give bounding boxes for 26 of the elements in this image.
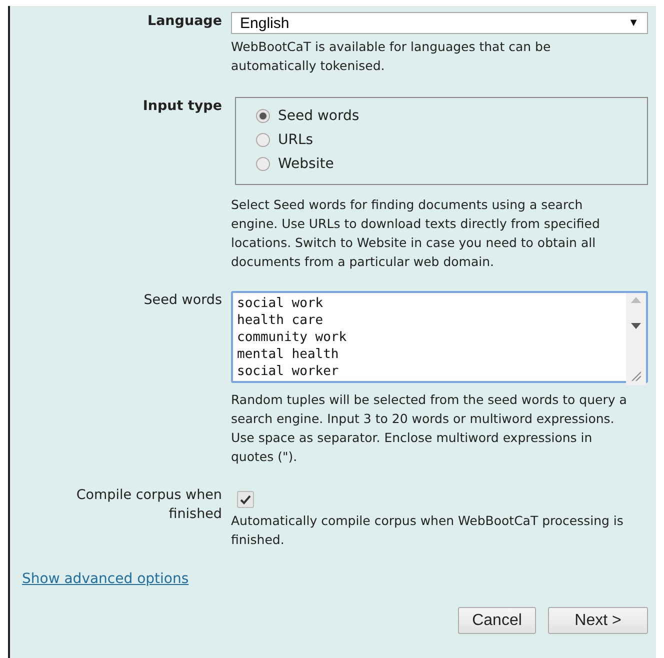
cancel-button[interactable]: Cancel bbox=[458, 607, 536, 634]
language-label: Language bbox=[147, 12, 222, 31]
help-text: Select Seed words for finding documents using a search engine. Use URLs to download texts directly from specified locations. Switch to Website in case you need to obtain all documents from a particular web domain. bbox=[231, 196, 601, 271]
advanced-options-link[interactable]: Show advanced options bbox=[22, 571, 189, 587]
scroll-up-icon[interactable] bbox=[631, 297, 641, 303]
radio-button[interactable] bbox=[256, 157, 270, 171]
dropdown-arrow-icon: ▼ bbox=[628, 17, 639, 29]
radio-label[interactable]: Seed words bbox=[278, 108, 360, 124]
seed-words-label: Seed words bbox=[144, 291, 222, 310]
radio-label[interactable]: Website bbox=[278, 156, 334, 172]
resize-grip-icon[interactable] bbox=[631, 371, 641, 381]
help-text: Random tuples will be selected from the seed words to query a search engine. Input 3 to 20 words or multiword expressions. Use space as separator. Enclose multiword expressions in quotes ("). bbox=[231, 391, 628, 466]
help-text: WebBootCaT is available for languages that can be automatically tokenised. bbox=[231, 38, 552, 75]
input-type-label: Input type bbox=[142, 97, 222, 116]
seed-words-field[interactable]: social work health care community work mental health social worker bbox=[231, 291, 648, 383]
compile-label: Compile corpus when finished bbox=[75, 486, 222, 524]
scroll-down-icon[interactable] bbox=[631, 323, 641, 329]
next-button[interactable]: Next > bbox=[548, 607, 648, 634]
radio-button[interactable] bbox=[256, 109, 270, 123]
compile-checkbox[interactable] bbox=[237, 491, 254, 508]
language-select[interactable]: English ▼ bbox=[231, 12, 648, 34]
radio-button[interactable] bbox=[256, 133, 270, 147]
scrollbar[interactable] bbox=[626, 293, 646, 385]
radio-label[interactable]: URLs bbox=[278, 132, 314, 148]
checkmark-icon bbox=[240, 494, 251, 504]
help-text: Automatically compile corpus when WebBootCaT processing is finished. bbox=[231, 512, 624, 549]
